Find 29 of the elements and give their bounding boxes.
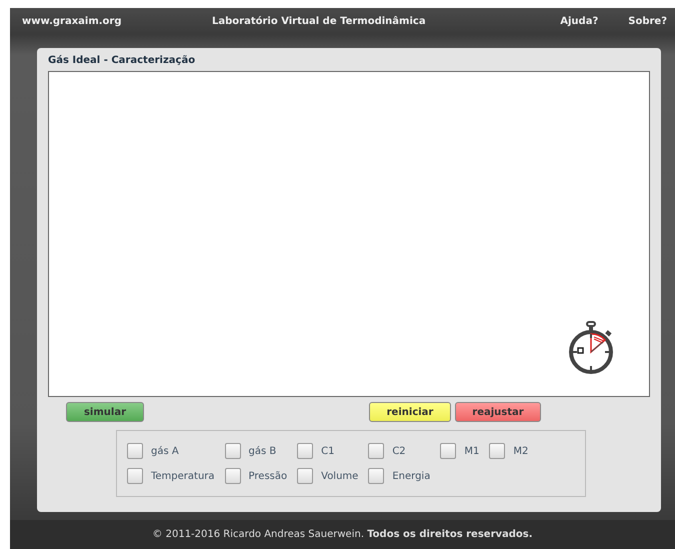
option-label: Volume	[321, 470, 358, 482]
checkbox[interactable]	[224, 468, 241, 484]
option-label: gás B	[248, 446, 276, 456]
option-label: M2	[513, 446, 528, 456]
action-button[interactable]: reiniciar	[369, 402, 451, 422]
action-button[interactable]: simular	[66, 402, 144, 422]
option-label: C1	[321, 446, 334, 456]
checkbox[interactable]	[297, 443, 314, 459]
site-link[interactable]: www.graxaim.org	[22, 16, 212, 27]
checkbox[interactable]	[440, 443, 456, 459]
option-label: C2	[392, 446, 406, 456]
action-button[interactable]: reajustar	[455, 402, 541, 422]
option-label: Energia	[392, 470, 430, 482]
checkbox[interactable]	[489, 443, 506, 459]
header-link[interactable]: Ajuda?	[560, 16, 598, 27]
header-link[interactable]: Sobre?	[628, 16, 667, 27]
option-label: Temperatura	[151, 470, 215, 482]
checkbox[interactable]	[368, 443, 384, 459]
option-label: M1	[464, 446, 480, 456]
option-label: gás A	[151, 446, 179, 456]
option-label: Pressão	[248, 470, 288, 482]
checkbox[interactable]	[224, 443, 241, 459]
panel-title: Gás Ideal - Caracterização	[48, 54, 196, 68]
copyright-text: © 2011-2016 Ricardo Andreas Sauerwein. Todos os direitos reservados.	[152, 529, 533, 540]
page-title: Laboratório Virtual de Termodinâmica	[212, 16, 427, 27]
checkbox[interactable]	[368, 468, 384, 484]
checkbox[interactable]	[127, 468, 143, 484]
checkbox[interactable]	[297, 468, 314, 484]
checkbox[interactable]	[127, 443, 143, 459]
